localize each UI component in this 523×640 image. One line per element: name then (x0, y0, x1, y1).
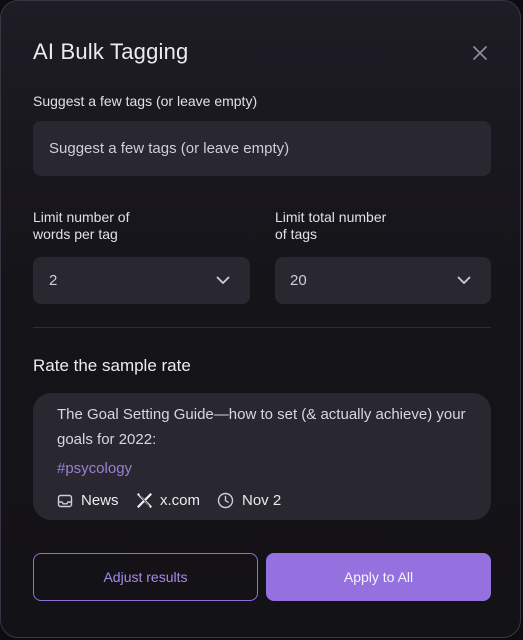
words-limit-label-line1: Limit number of (33, 209, 130, 225)
sample-site-label: x.com (160, 492, 201, 509)
words-limit-label: Limit number of words per tag (33, 209, 129, 243)
chevron-down-icon (457, 276, 471, 284)
words-limit-value: 2 (49, 272, 58, 289)
apply-to-all-button[interactable]: Apply to All (266, 553, 491, 601)
sample-section-title: Rate the sample rate (33, 356, 191, 375)
words-limit-label-line2: words per tag (33, 226, 118, 242)
tags-limit-value: 20 (290, 272, 307, 289)
suggest-tags-input[interactable]: Suggest a few tags (or leave empty) (33, 121, 491, 176)
sample-tag[interactable]: #psycology (57, 460, 132, 477)
sample-date-label: Nov 2 (242, 492, 282, 509)
clock-icon (217, 492, 234, 509)
sample-source-label: News (81, 492, 119, 509)
close-button[interactable] (469, 42, 491, 64)
tags-limit-label: Limit total number of tags (275, 209, 386, 243)
sample-source: News (57, 492, 119, 509)
ai-bulk-tagging-dialog: AI Bulk Tagging Suggest a few tags (or l… (0, 0, 521, 638)
chevron-down-icon (216, 276, 230, 284)
adjust-results-button[interactable]: Adjust results (33, 553, 258, 601)
sample-card[interactable]: The Goal Setting Guide—how to set (& act… (33, 393, 491, 520)
words-limit-select[interactable]: 2 (33, 257, 250, 304)
tags-limit-label-line1: Limit total number (275, 209, 387, 225)
divider (33, 327, 491, 328)
dialog-title: AI Bulk Tagging (33, 39, 189, 64)
sample-date: Nov 2 (217, 492, 281, 509)
close-icon (473, 46, 487, 60)
tags-limit-label-line2: of tags (275, 226, 318, 242)
x-logo-icon (137, 493, 152, 508)
suggest-tags-label: Suggest a few tags (or leave empty) (33, 93, 258, 109)
suggest-tags-placeholder: Suggest a few tags (or leave empty) (49, 140, 290, 157)
sample-site: x.com (137, 492, 200, 509)
sample-text: The Goal Setting Guide—how to set (& act… (57, 406, 466, 448)
tags-limit-select[interactable]: 20 (275, 257, 491, 304)
inbox-icon (57, 494, 73, 507)
